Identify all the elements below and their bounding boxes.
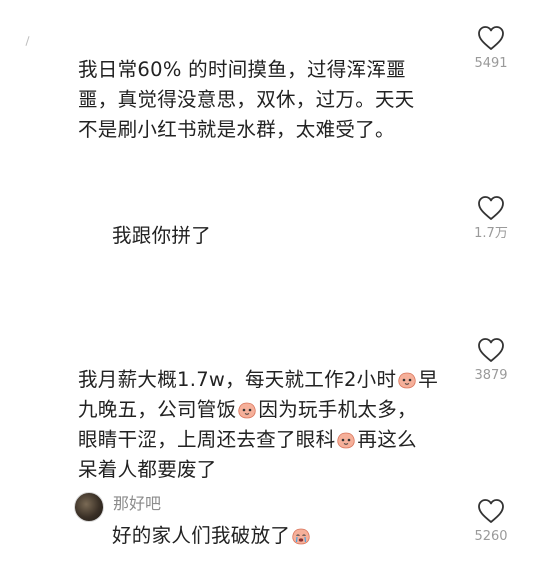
heart-outline-icon (478, 196, 504, 220)
like-count: 5491 (474, 56, 508, 71)
comment-text: 我日常60% 的时间摸鱼，过得浑浑噩 噩，真觉得没意思，双休，过万。天天 不是刷… (78, 55, 415, 145)
comment-line: 眼睛干涩，上周还去查了眼科 再这么 (78, 425, 438, 455)
comment-fragment: 我月薪大概1.7w，每天就工作2小时 (78, 368, 397, 391)
username[interactable]: 那好吧 (113, 494, 161, 514)
stray-mark (25, 36, 30, 46)
reply-text: 好的家人们我破放了 (112, 521, 312, 551)
like-button[interactable]: 1.7万 (463, 195, 519, 242)
like-count: 1.7万 (474, 226, 508, 241)
comment-fragment: 呆着人都要废了 (78, 458, 217, 481)
comment-fragment: 眼睛干涩，上周还去查了眼科 (78, 428, 336, 451)
comment-line: 我日常60% 的时间摸鱼，过得浑浑噩 (78, 58, 406, 81)
comment-fragment: 再这么 (357, 428, 417, 451)
heart-outline-icon (478, 26, 504, 50)
crying-peach-emoji (292, 528, 310, 545)
like-count: 3879 (474, 368, 508, 383)
user-avatar[interactable] (74, 492, 104, 522)
comment-text: 我跟你拼了 (112, 221, 211, 251)
comment-fragment: 早 (418, 368, 439, 391)
comment-line: 九晚五，公司管饭 因为玩手机太多， (78, 395, 438, 425)
peach-face-emoji (398, 372, 416, 389)
heart-outline-icon (478, 499, 504, 523)
comment-line: 不是刷小红书就是水群，太难受了。 (78, 118, 395, 141)
comment-line: 我跟你拼了 (112, 224, 212, 247)
peach-face-emoji (238, 402, 257, 419)
like-button[interactable]: 5260 (463, 498, 519, 545)
comment-line: 我月薪大概1.7w，每天就工作2小时早 (78, 365, 438, 395)
comment-text: 我月薪大概1.7w，每天就工作2小时早 九晚五，公司管饭 因为玩手机太多， 眼睛干… (78, 365, 438, 485)
peach-face-emoji (337, 432, 356, 449)
comment-line: 呆着人都要废了 (78, 455, 438, 485)
like-button[interactable]: 5491 (463, 25, 519, 72)
comment-fragment: 因为玩手机太多， (258, 398, 417, 421)
comment-line: 噩，真觉得没意思，双休，过万。天天 (78, 88, 415, 111)
comment-fragment: 九晚五，公司管饭 (78, 398, 237, 421)
like-count: 5260 (474, 529, 508, 544)
heart-outline-icon (478, 338, 504, 362)
like-button[interactable]: 3879 (463, 337, 519, 384)
comment-fragment: 好的家人们我破放了 (112, 524, 291, 547)
